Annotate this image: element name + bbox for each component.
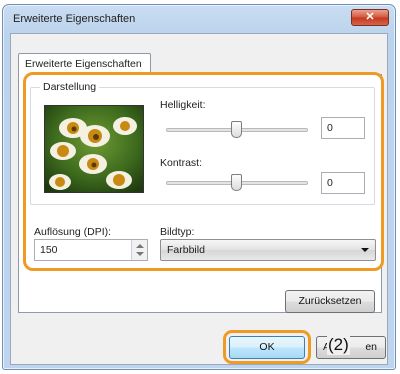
resolution-value: 150 (40, 244, 58, 256)
image-type-selected: Farbbild (167, 244, 205, 256)
preview-image (44, 105, 144, 193)
flower-photo-icon (45, 106, 143, 192)
spin-up-icon[interactable] (136, 244, 144, 248)
ok-button[interactable]: OK (229, 336, 305, 359)
brightness-label: Helligkeit: (160, 99, 206, 111)
contrast-value-field[interactable]: 0 (321, 172, 365, 194)
contrast-label: Kontrast: (160, 157, 203, 169)
contrast-slider-thumb[interactable] (231, 174, 242, 191)
title-bar[interactable]: Erweiterte Eigenschaften ✕ (3, 5, 395, 33)
step-callout: (2) (327, 335, 350, 355)
close-icon: ✕ (365, 11, 375, 23)
dropdown-arrow-icon (361, 248, 369, 252)
resolution-spinner[interactable] (131, 240, 147, 260)
window-title: Erweiterte Eigenschaften (13, 13, 136, 25)
display-group-label: Darstellung (40, 81, 100, 93)
spin-down-icon[interactable] (136, 252, 144, 256)
brightness-slider-thumb[interactable] (231, 121, 242, 138)
brightness-value-field[interactable]: 0 (321, 117, 365, 139)
image-type-label: Bildtyp: (160, 226, 195, 238)
tab-extended-properties[interactable]: Erweiterte Eigenschaften (18, 53, 151, 75)
reset-button[interactable]: Zurücksetzen (285, 290, 375, 313)
resolution-label: Auflösung (DPI): (34, 226, 112, 238)
cancel-button-label-end: en (365, 341, 377, 353)
close-button[interactable]: ✕ (351, 9, 389, 26)
image-type-select[interactable]: Farbbild (160, 239, 376, 261)
resolution-spinner-field[interactable]: 150 (34, 239, 148, 261)
